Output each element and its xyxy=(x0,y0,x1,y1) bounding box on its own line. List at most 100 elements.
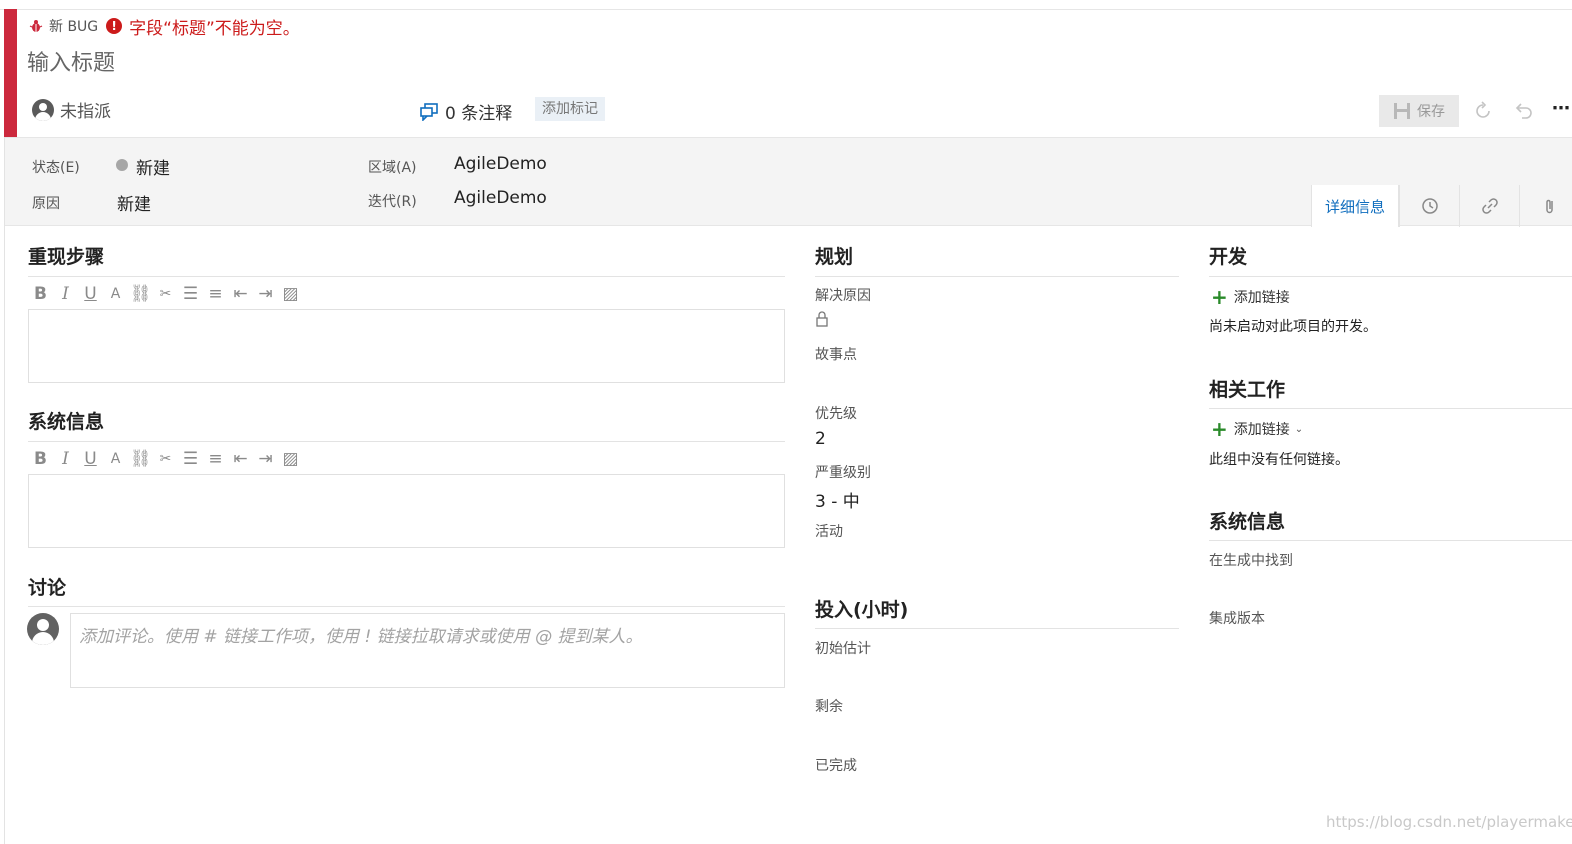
system-info-divider xyxy=(28,441,785,442)
error-message: 字段“标题”不能为空。 xyxy=(129,18,300,39)
more-actions-icon[interactable]: ⋯ xyxy=(1552,98,1571,119)
indent-icon[interactable]: ⇥ xyxy=(253,283,278,305)
comment-icon xyxy=(420,102,438,121)
hyperlink-icon[interactable]: ⛓ xyxy=(128,283,153,305)
italic-icon[interactable]: I xyxy=(53,448,78,470)
bold-icon[interactable]: B xyxy=(28,448,53,470)
discussion-divider xyxy=(28,606,785,607)
activity-label: 活动 xyxy=(815,524,843,540)
bold-icon[interactable]: B xyxy=(28,283,53,305)
lock-icon xyxy=(816,311,828,327)
development-note: 尚未启动对此项目的开发。 xyxy=(1209,319,1377,335)
outdent-icon[interactable]: ⇤ xyxy=(228,448,253,470)
system-info-editor[interactable] xyxy=(28,474,785,548)
tab-links[interactable] xyxy=(1459,185,1519,227)
planning-title: 规划 xyxy=(815,246,854,268)
work-item-type: 新 BUG xyxy=(49,19,99,35)
discussion-title: 讨论 xyxy=(28,577,67,599)
completed-label: 已完成 xyxy=(815,758,857,774)
tab-details[interactable]: 详细信息 xyxy=(1311,185,1399,227)
title-input[interactable] xyxy=(27,46,727,80)
add-link-label: 添加链接 xyxy=(1233,422,1290,438)
system-info-right-divider xyxy=(1209,540,1572,541)
effort-divider xyxy=(815,628,1179,629)
chevron-down-icon: ⌄ xyxy=(1294,423,1304,435)
iteration-value[interactable]: AgileDemo xyxy=(454,188,547,208)
bullet-list-icon[interactable]: ☰ xyxy=(178,448,203,470)
numbered-list-icon[interactable]: ≡ xyxy=(203,283,228,305)
history-icon xyxy=(1421,198,1438,214)
repro-steps-editor[interactable] xyxy=(28,309,785,383)
undo-icon[interactable] xyxy=(1512,100,1534,122)
tab-attachments[interactable] xyxy=(1519,185,1572,227)
related-add-link-button[interactable]: + 添加链接 ⌄ xyxy=(1211,419,1303,439)
bullet-list-icon[interactable]: ☰ xyxy=(178,283,203,305)
fields-band: 状态(E) 新建 原因 新建 区域(A) AgileDemo 迭代(R) Agi… xyxy=(5,137,1572,227)
state-value[interactable]: 新建 xyxy=(136,154,170,179)
italic-icon[interactable]: I xyxy=(53,283,78,305)
left-border xyxy=(4,137,5,844)
iteration-label: 迭代(R) xyxy=(368,194,417,210)
work-item-form: 新 BUG ! 字段“标题”不能为空。 未指派 0 条注释 添加标记 保存 xyxy=(0,0,1572,844)
development-add-link-button[interactable]: + 添加链接 xyxy=(1211,287,1290,307)
system-info-toolbar: B I U A ⛓ ✂ ☰ ≡ ⇤ ⇥ ▨ xyxy=(28,448,303,470)
severity-value[interactable]: 3 - 中 xyxy=(815,487,860,512)
error-icon: ! xyxy=(106,18,123,34)
type-line: 新 BUG ! 字段“标题”不能为空。 xyxy=(29,16,300,39)
plus-icon: + xyxy=(1211,285,1228,309)
underline-icon[interactable]: U xyxy=(78,283,103,305)
related-work-title: 相关工作 xyxy=(1209,379,1286,401)
save-label: 保存 xyxy=(1417,104,1445,120)
underline-icon[interactable]: U xyxy=(78,448,103,470)
severity-label: 严重级别 xyxy=(815,465,871,481)
save-button[interactable]: 保存 xyxy=(1379,95,1459,127)
comment-count: 0 条注释 xyxy=(445,104,513,124)
add-tag-button[interactable]: 添加标记 xyxy=(535,97,605,121)
hyperlink-icon[interactable]: ⛓ xyxy=(128,448,153,470)
priority-label: 优先级 xyxy=(815,406,857,422)
image-icon[interactable]: ▨ xyxy=(278,448,303,470)
unassigned-avatar-icon xyxy=(32,98,54,121)
indent-icon[interactable]: ⇥ xyxy=(253,448,278,470)
development-divider xyxy=(1209,276,1572,277)
form-tabs: 详细信息 xyxy=(1311,185,1572,227)
comments-link[interactable]: 0 条注释 xyxy=(419,99,512,124)
discussion-placeholder: 添加评论。使用 # 链接工作项，使用 ! 链接拉取请求或使用 @ 提到某人。 xyxy=(79,627,643,647)
related-work-divider xyxy=(1209,408,1572,409)
area-label: 区域(A) xyxy=(368,160,417,176)
state-dot-icon xyxy=(116,159,128,171)
reason-value[interactable]: 新建 xyxy=(117,190,151,215)
resolved-reason-label: 解决原因 xyxy=(815,288,871,304)
watermark: https://blog.csdn.net/playermaker xyxy=(1326,813,1572,831)
add-link-label: 添加链接 xyxy=(1233,290,1290,306)
bug-color-bar xyxy=(4,9,17,137)
work-item-header: 新 BUG ! 字段“标题”不能为空。 未指派 0 条注释 添加标记 保存 xyxy=(17,10,1572,137)
save-icon xyxy=(1394,103,1410,119)
image-icon[interactable]: ▨ xyxy=(278,283,303,305)
system-info-right-title: 系统信息 xyxy=(1209,511,1286,533)
assigned-to-label: 未指派 xyxy=(60,102,111,122)
unlink-icon[interactable]: ✂ xyxy=(153,283,178,305)
planning-divider xyxy=(815,276,1179,277)
repro-steps-divider xyxy=(28,276,785,277)
found-in-build-label: 在生成中找到 xyxy=(1209,553,1293,569)
area-value[interactable]: AgileDemo xyxy=(454,154,547,174)
story-points-label: 故事点 xyxy=(815,347,857,363)
repro-steps-toolbar: B I U A ⛓ ✂ ☰ ≡ ⇤ ⇥ ▨ xyxy=(28,283,303,305)
link-icon xyxy=(1481,198,1498,214)
paperclip-icon xyxy=(1545,199,1553,214)
highlight-icon[interactable]: A xyxy=(103,448,128,470)
numbered-list-icon[interactable]: ≡ xyxy=(203,448,228,470)
integration-build-label: 集成版本 xyxy=(1209,611,1265,627)
assigned-to[interactable]: 未指派 xyxy=(32,97,111,122)
user-avatar-icon xyxy=(27,613,59,645)
bug-icon xyxy=(29,20,43,32)
refresh-icon[interactable] xyxy=(1472,100,1494,122)
discussion-input[interactable]: 添加评论。使用 # 链接工作项，使用 ! 链接拉取请求或使用 @ 提到某人。 xyxy=(70,613,785,688)
tab-history[interactable] xyxy=(1399,185,1459,227)
outdent-icon[interactable]: ⇤ xyxy=(228,283,253,305)
highlight-icon[interactable]: A xyxy=(103,283,128,305)
state-label: 状态(E) xyxy=(32,160,80,176)
unlink-icon[interactable]: ✂ xyxy=(153,448,178,470)
priority-value[interactable]: 2 xyxy=(815,429,826,449)
